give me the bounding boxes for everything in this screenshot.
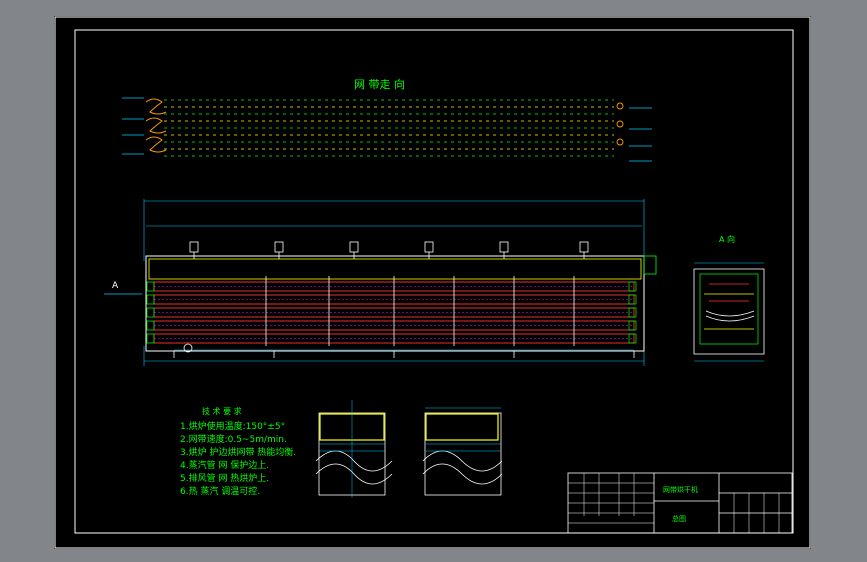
section-detail-2 <box>422 407 503 496</box>
belt-layers <box>146 281 637 344</box>
tech-note-2: 2.网带速度:0.5~5m/min. <box>180 433 287 445</box>
top-view-title: 网 带走 向 <box>354 77 405 91</box>
title-drawing-name: 网带烘干机 <box>663 485 698 494</box>
title-block: 网带烘干机 总图 <box>567 472 793 534</box>
coil <box>616 120 624 128</box>
end-cap <box>643 255 657 275</box>
fan-unit <box>579 241 589 253</box>
tech-note-1: 1.烘炉使用温度:150°±5° <box>180 420 285 432</box>
section-detail-1 <box>315 400 393 498</box>
belt-end <box>146 307 155 318</box>
section-marker: A <box>112 281 119 291</box>
belt-end <box>146 333 155 344</box>
outer-border <box>54 16 811 549</box>
tech-note-6: 6.热 蒸汽 调温可控. <box>180 485 260 497</box>
fan-unit <box>499 241 509 253</box>
belt-end <box>146 320 155 331</box>
side-inner <box>699 273 759 345</box>
tech-notes: 技 术 要 求 1.烘炉使用温度:150°±5° 2.网带速度:0.5~5m/m… <box>180 406 296 497</box>
side-view-title: A 向 <box>719 234 735 244</box>
cad-drawing: 网 带走 向 A A 向 技 术 要 求 1.烘炉使用温度:150°±5° 2.… <box>54 16 811 549</box>
cad-viewport[interactable]: 网 带走 向 A A 向 技 术 要 求 1.烘炉使用温度:150°±5° 2.… <box>54 16 811 549</box>
fan-unit <box>349 241 359 253</box>
fan-unit <box>424 241 434 253</box>
coil <box>616 102 624 110</box>
fan-unit <box>274 241 284 253</box>
side-view: A 向 <box>693 234 765 362</box>
tech-note-3: 3.烘炉 护边烘网带 热能均衡. <box>180 446 296 458</box>
top-view: 网 带走 向 <box>122 77 652 162</box>
tech-title: 技 术 要 求 <box>202 406 242 416</box>
side-arc <box>705 310 755 317</box>
leader-lines <box>122 97 652 162</box>
legs <box>173 351 635 358</box>
coil <box>616 138 624 146</box>
belt-end <box>146 294 155 305</box>
tech-note-4: 4.蒸汽管 网 保护边上. <box>180 459 269 471</box>
coils-left <box>145 98 167 153</box>
side-arc-2 <box>705 315 755 322</box>
mesh-rows <box>164 99 614 157</box>
fan-unit <box>189 241 199 253</box>
housing-top <box>148 258 642 280</box>
coils-right <box>616 102 624 146</box>
front-view: A <box>104 199 657 366</box>
coil <box>145 117 167 134</box>
title-sub-name: 总图 <box>672 514 686 523</box>
housing-outline <box>145 255 645 352</box>
coil <box>145 136 167 153</box>
belt-end <box>146 281 155 292</box>
tech-note-5: 5.排风管 网 热烘炉上. <box>180 472 269 484</box>
coil <box>145 98 167 115</box>
